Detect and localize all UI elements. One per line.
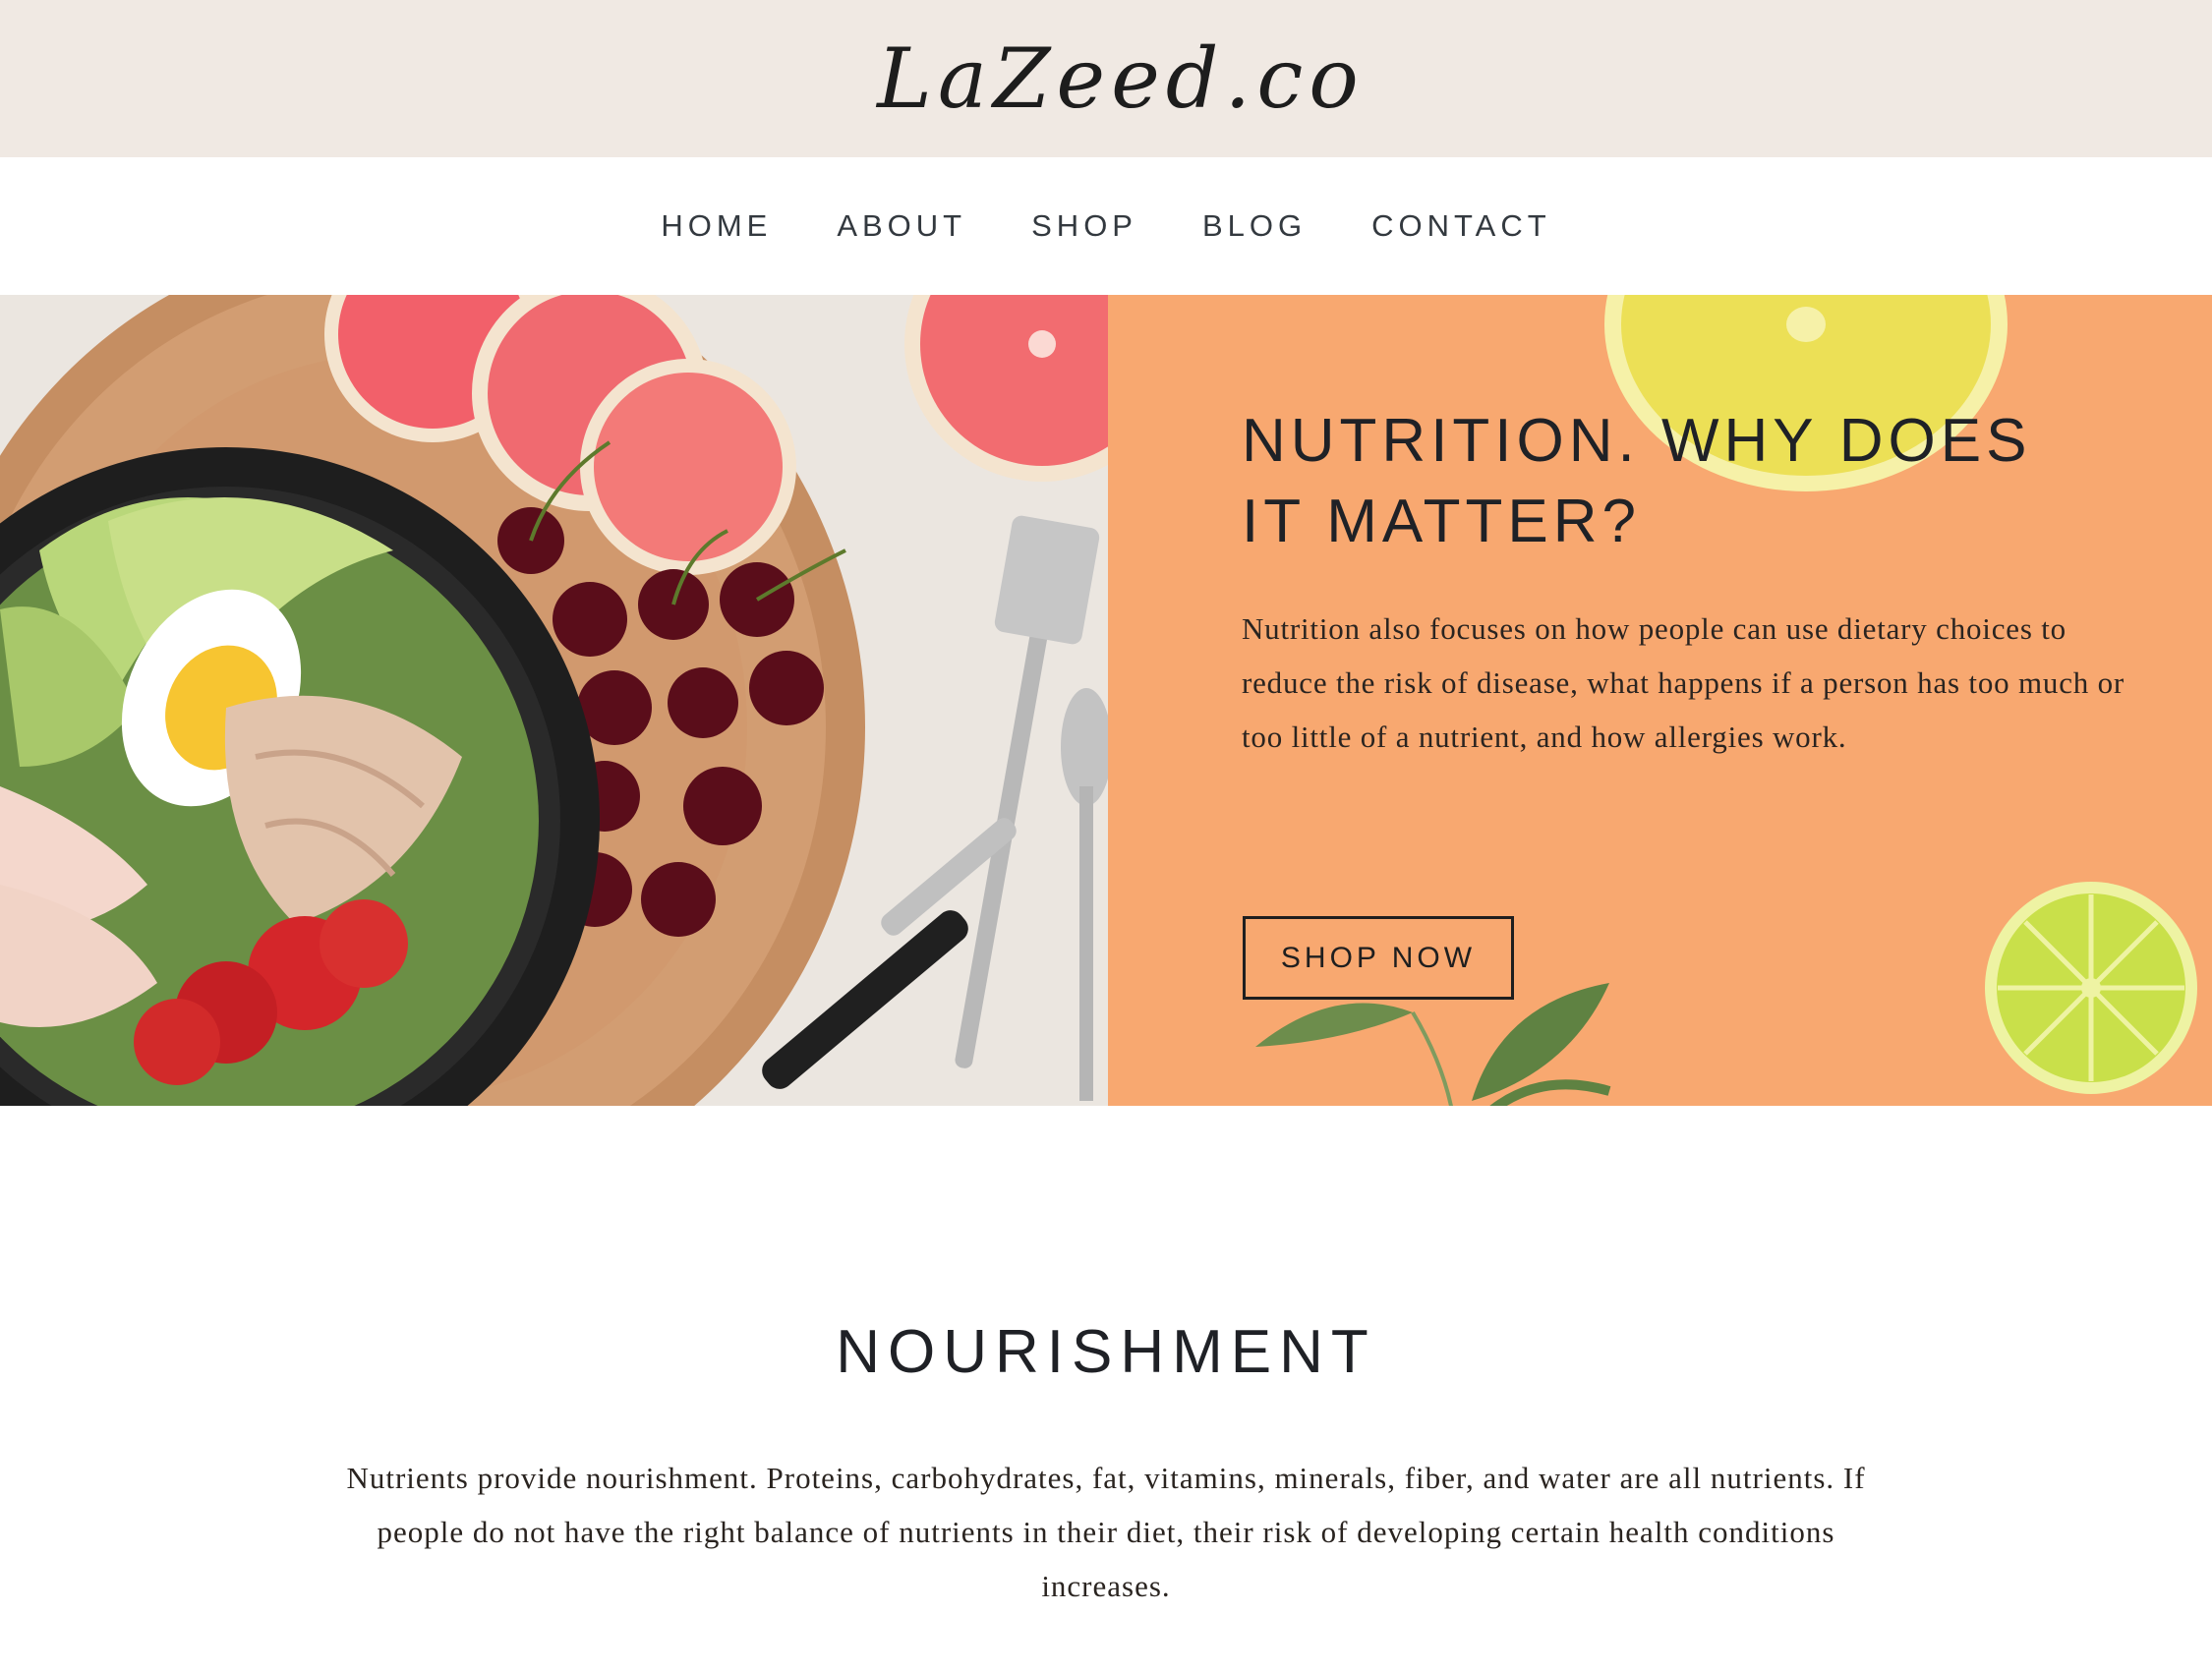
- hero-food-image: [0, 295, 1108, 1106]
- food-photo-illustration: [0, 295, 1108, 1106]
- main-nav: HOME ABOUT SHOP BLOG CONTACT: [0, 157, 2212, 295]
- hero-text-panel: NUTRITION. WHY DOES IT MATTER? Nutrition…: [1108, 295, 2212, 1106]
- nav-item-about[interactable]: ABOUT: [837, 208, 966, 244]
- page: LaZeed.co HOME ABOUT SHOP BLOG CONTACT N…: [0, 0, 2212, 1671]
- nav-item-contact[interactable]: CONTACT: [1371, 208, 1551, 244]
- lime-slice-icon: [1985, 882, 2197, 1094]
- brand-logo[interactable]: LaZeed.co: [877, 30, 1365, 127]
- hero-title: NUTRITION. WHY DOES IT MATTER?: [1242, 407, 2032, 555]
- nourishment-description: Nutrients provide nourishment. Proteins,…: [346, 1461, 1866, 1603]
- hero-description: Nutrition also focuses on how people can…: [1242, 611, 2125, 754]
- shop-now-button[interactable]: SHOP NOW: [1243, 916, 1514, 1000]
- hero-section: NUTRITION. WHY DOES IT MATTER? Nutrition…: [0, 295, 2212, 1106]
- nourishment-title: NOURISHMENT: [836, 1318, 1376, 1386]
- nav-item-shop[interactable]: SHOP: [1031, 208, 1137, 244]
- nav-item-home[interactable]: HOME: [661, 208, 772, 244]
- nav-item-blog[interactable]: BLOG: [1202, 208, 1307, 244]
- brand-header: LaZeed.co: [0, 0, 2212, 157]
